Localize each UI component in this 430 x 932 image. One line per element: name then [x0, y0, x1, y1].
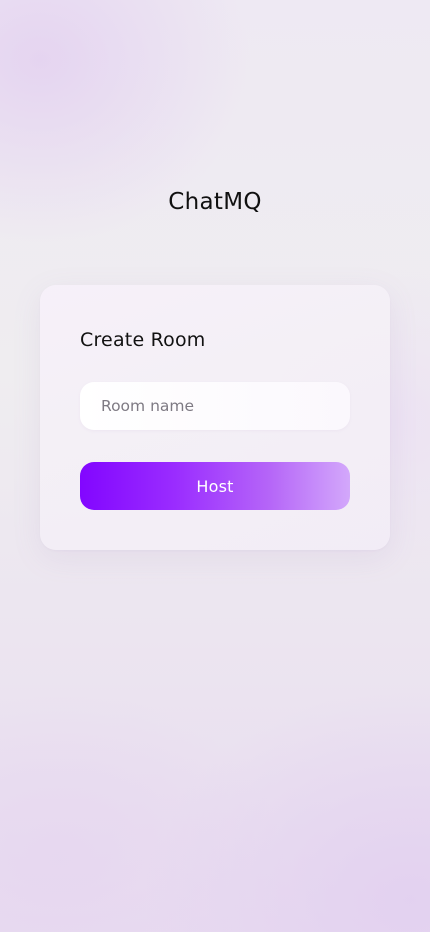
host-button[interactable]: Host: [80, 462, 350, 510]
app-title: ChatMQ: [168, 189, 262, 215]
create-room-card: Create Room Host: [40, 285, 390, 550]
create-room-title: Create Room: [80, 329, 206, 351]
room-name-input[interactable]: [80, 382, 350, 430]
